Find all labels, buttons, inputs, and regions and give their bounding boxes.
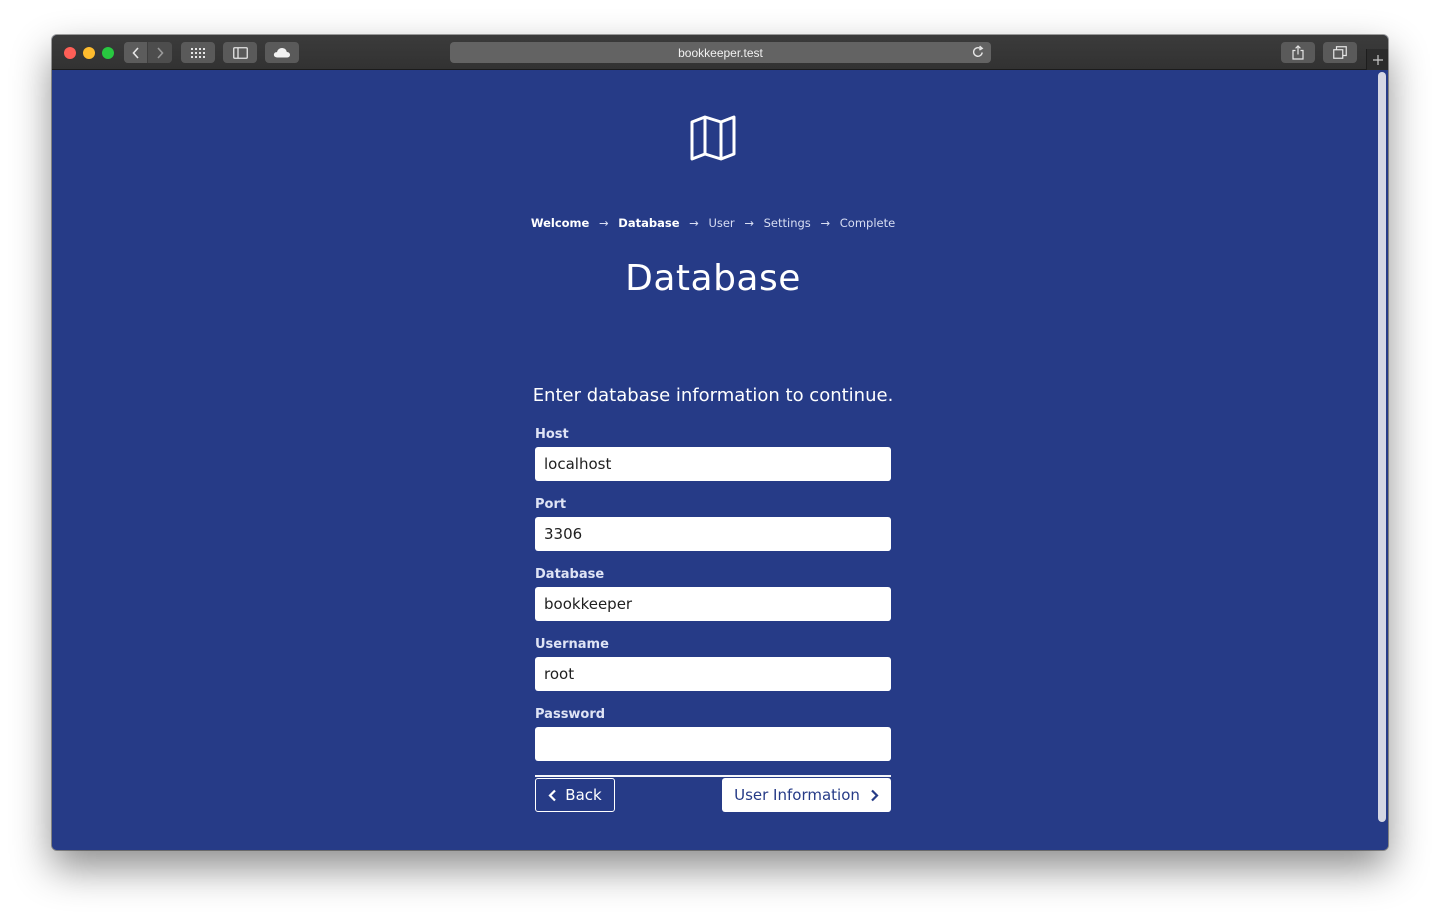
breadcrumb-welcome[interactable]: Welcome (531, 216, 590, 230)
arrow-right-icon: → (599, 216, 609, 230)
breadcrumb-database[interactable]: Database (618, 216, 679, 230)
password-input[interactable] (535, 727, 891, 761)
breadcrumb-complete: Complete (839, 216, 896, 230)
database-label: Database (535, 567, 605, 582)
new-tab-button[interactable] (1366, 49, 1388, 70)
username-input[interactable] (535, 657, 891, 691)
sidebar-toggle-button[interactable] (223, 42, 257, 63)
icloud-tabs-button[interactable] (265, 42, 299, 63)
database-form: Host Port Database Username Password (535, 425, 891, 777)
minimize-window-button[interactable] (83, 47, 95, 59)
share-icon (1292, 45, 1304, 60)
browser-toolbar: bookkeeper.test (52, 35, 1388, 70)
grid-icon (191, 47, 205, 58)
plus-icon (1372, 54, 1383, 65)
back-button[interactable]: Back (535, 778, 615, 812)
port-label: Port (535, 497, 567, 512)
browser-window: bookkeeper.test Welcome → Database → Use… (52, 35, 1388, 850)
host-label: Host (535, 427, 569, 442)
user-information-button[interactable]: User Information (722, 778, 891, 812)
password-label: Password (535, 707, 606, 722)
arrow-right-icon: → (820, 216, 831, 230)
arrow-right-icon: → (689, 216, 699, 230)
form-divider (535, 775, 891, 777)
chevron-right-icon (870, 789, 879, 802)
tab-overview-button[interactable] (1323, 42, 1357, 63)
scrollbar-thumb[interactable] (1378, 72, 1386, 822)
breadcrumb-settings: Settings (763, 216, 811, 230)
database-input[interactable] (535, 587, 891, 621)
port-input[interactable] (535, 517, 891, 551)
close-window-button[interactable] (64, 47, 76, 59)
chevron-left-icon (131, 46, 139, 59)
vertical-scrollbar[interactable] (1376, 70, 1388, 850)
arrow-right-icon: → (744, 216, 754, 230)
host-input[interactable] (535, 447, 891, 481)
address-bar[interactable]: bookkeeper.test (450, 42, 991, 63)
tab-overview-icon (1333, 46, 1347, 59)
folded-map-icon (690, 115, 736, 161)
next-button-label: User Information (734, 786, 860, 804)
chevron-right-icon (157, 46, 164, 59)
setup-breadcrumb: Welcome → Database → User → Settings → C… (52, 216, 1374, 230)
username-label: Username (535, 637, 609, 652)
browser-back-button[interactable] (124, 42, 148, 63)
cloud-icon (273, 48, 291, 58)
page-content: Welcome → Database → User → Settings → C… (52, 70, 1388, 850)
browser-forward-button[interactable] (148, 42, 172, 63)
page-title: Database (625, 258, 801, 299)
breadcrumb-user: User (708, 216, 735, 230)
address-url: bookkeeper.test (678, 45, 763, 60)
zoom-window-button[interactable] (102, 47, 114, 59)
reload-icon[interactable] (971, 45, 985, 59)
intro-text: Enter database information to continue. (532, 385, 894, 406)
top-sites-button[interactable] (181, 42, 215, 63)
back-button-label: Back (565, 786, 602, 804)
history-nav-group (124, 42, 172, 63)
sidebar-icon (232, 46, 248, 59)
chevron-left-icon (548, 789, 557, 802)
share-button[interactable] (1281, 42, 1315, 63)
